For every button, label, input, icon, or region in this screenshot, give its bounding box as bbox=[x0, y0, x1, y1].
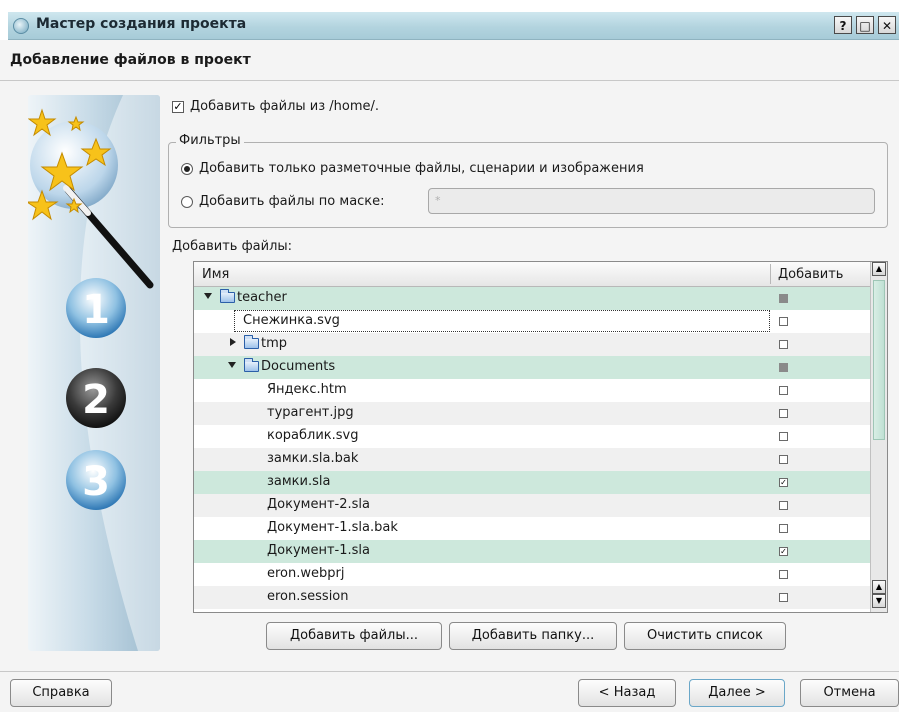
filters-group bbox=[168, 142, 888, 228]
expand-arrow-icon[interactable] bbox=[230, 338, 236, 346]
tree-row-checkbox[interactable] bbox=[779, 501, 788, 510]
tree-row-file[interactable]: Документ-1.sla ✓ bbox=[194, 540, 870, 563]
add-files-label: Добавить файлы: bbox=[172, 239, 293, 254]
svg-text:3: 3 bbox=[82, 459, 110, 505]
folder-icon bbox=[244, 335, 259, 349]
filters-group-title: Фильтры bbox=[176, 133, 244, 148]
tree-row-checkbox[interactable] bbox=[779, 524, 788, 533]
tree-row-file[interactable]: замки.sla ✓ bbox=[194, 471, 870, 494]
filter-markup-label: Добавить только разметочные файлы, сцена… bbox=[199, 161, 644, 176]
tree-row-label: кораблик.svg bbox=[267, 428, 359, 443]
next-button[interactable]: Далее > bbox=[689, 679, 785, 707]
file-tree[interactable]: Имя Добавить teacher Снежинка.svg tmp Do… bbox=[193, 261, 888, 613]
tree-row-file[interactable]: Документ-2.sla bbox=[194, 494, 870, 517]
tree-scrollbar[interactable]: ▲ ▲ ▼ bbox=[870, 262, 887, 612]
help-window-button[interactable]: ? bbox=[834, 16, 852, 34]
tree-row-label: Документ-1.sla.bak bbox=[267, 520, 398, 535]
tree-row-checkbox[interactable]: ✓ bbox=[779, 478, 788, 487]
filter-mask-option[interactable]: Добавить файлы по маске: bbox=[181, 194, 385, 209]
tree-row-label: замки.sla.bak bbox=[267, 451, 359, 466]
wizard-illustration: 1 2 3 bbox=[28, 95, 160, 651]
back-button[interactable]: < Назад bbox=[578, 679, 676, 707]
tree-row-checkbox[interactable] bbox=[779, 570, 788, 579]
filter-markup-radio[interactable] bbox=[181, 162, 193, 175]
scroll-up-icon[interactable]: ▲ bbox=[872, 580, 886, 594]
tree-row-file[interactable]: eron.session bbox=[194, 586, 870, 609]
wizard-header: Добавление файлов в проект bbox=[0, 40, 899, 81]
collapse-arrow-icon[interactable] bbox=[228, 362, 236, 368]
tree-row-label: Документ-2.sla bbox=[267, 497, 370, 512]
folder-icon bbox=[244, 358, 259, 372]
add-from-home-row[interactable]: ✓ Добавить файлы из /home/. bbox=[172, 99, 379, 114]
tree-row-label: tmp bbox=[261, 336, 288, 351]
add-folder-button[interactable]: Добавить папку... bbox=[449, 622, 617, 650]
close-window-button[interactable]: ✕ bbox=[878, 16, 896, 34]
filter-mask-label: Добавить файлы по маске: bbox=[199, 194, 385, 209]
wizard-footer: Справка < Назад Далее > Отмена bbox=[0, 671, 899, 712]
svg-text:2: 2 bbox=[82, 377, 110, 423]
tree-row-label: Документ-1.sla bbox=[267, 543, 370, 558]
tree-row-checkbox[interactable] bbox=[779, 294, 788, 303]
window-title: Мастер создания проекта bbox=[36, 16, 247, 32]
help-button[interactable]: Справка bbox=[10, 679, 112, 707]
column-add-header[interactable]: Добавить bbox=[778, 267, 843, 282]
tree-row-teacher[interactable]: teacher bbox=[194, 287, 870, 310]
tree-row-tmp[interactable]: tmp bbox=[194, 333, 870, 356]
scroll-down-icon[interactable]: ▼ bbox=[872, 594, 886, 608]
tree-row-file[interactable]: Снежинка.svg bbox=[194, 310, 870, 333]
tree-row-checkbox[interactable] bbox=[779, 340, 788, 349]
folder-icon bbox=[220, 289, 235, 303]
tree-row-checkbox[interactable]: ✓ bbox=[779, 547, 788, 556]
tree-row-label: Снежинка.svg bbox=[243, 313, 340, 328]
tree-row-file[interactable]: замки.sla.bak bbox=[194, 448, 870, 471]
tree-row-label: замки.sla bbox=[267, 474, 331, 489]
svg-text:1: 1 bbox=[82, 287, 110, 333]
tree-row-file[interactable]: кораблик.svg bbox=[194, 425, 870, 448]
wizard-side-image: 1 2 3 bbox=[28, 95, 160, 651]
page-title: Добавление файлов в проект bbox=[10, 52, 251, 68]
add-files-button[interactable]: Добавить файлы... bbox=[266, 622, 442, 650]
file-tree-rows: teacher Снежинка.svg tmp Documents Яндек… bbox=[194, 287, 870, 609]
scroll-up-icon[interactable]: ▲ bbox=[872, 262, 886, 276]
app-icon bbox=[13, 18, 29, 34]
tree-row-checkbox[interactable] bbox=[779, 386, 788, 395]
tree-row-checkbox[interactable] bbox=[779, 363, 788, 372]
scroll-thumb[interactable] bbox=[873, 280, 885, 440]
tree-row-checkbox[interactable] bbox=[779, 455, 788, 464]
column-name-header[interactable]: Имя bbox=[202, 267, 229, 282]
tree-row-label: Яндекс.htm bbox=[267, 382, 347, 397]
tree-row-file[interactable]: турагент.jpg bbox=[194, 402, 870, 425]
tree-row-label: eron.webprj bbox=[267, 566, 345, 581]
tree-row-label: teacher bbox=[237, 290, 287, 305]
tree-row-file[interactable]: Яндекс.htm bbox=[194, 379, 870, 402]
add-from-home-checkbox[interactable]: ✓ bbox=[172, 100, 184, 113]
collapse-arrow-icon[interactable] bbox=[204, 293, 212, 299]
wizard-content: 1 2 3 ✓ Добавить файлы из /home/. Фильтр… bbox=[0, 81, 899, 671]
file-tree-header: Имя Добавить bbox=[194, 262, 870, 287]
tree-row-file[interactable]: Документ-1.sla.bak bbox=[194, 517, 870, 540]
clear-list-button[interactable]: Очистить список bbox=[624, 622, 786, 650]
mask-input[interactable]: * bbox=[428, 188, 875, 214]
maximize-window-button[interactable]: □ bbox=[856, 16, 874, 34]
tree-row-label: eron.session bbox=[267, 589, 349, 604]
window-titlebar[interactable]: Мастер создания проекта ? □ ✕ bbox=[8, 12, 899, 40]
tree-row-label: Documents bbox=[261, 359, 336, 374]
tree-row-checkbox[interactable] bbox=[779, 409, 788, 418]
add-from-home-label: Добавить файлы из /home/. bbox=[190, 99, 380, 114]
filter-markup-option[interactable]: Добавить только разметочные файлы, сцена… bbox=[181, 161, 644, 176]
tree-row-checkbox[interactable] bbox=[779, 317, 788, 326]
tree-row-checkbox[interactable] bbox=[779, 593, 788, 602]
cancel-button[interactable]: Отмена bbox=[800, 679, 899, 707]
filter-mask-radio[interactable] bbox=[181, 195, 193, 208]
tree-row-file[interactable]: eron.webprj bbox=[194, 563, 870, 586]
tree-row-label: турагент.jpg bbox=[267, 405, 354, 420]
tree-row-documents[interactable]: Documents bbox=[194, 356, 870, 379]
tree-row-checkbox[interactable] bbox=[779, 432, 788, 441]
